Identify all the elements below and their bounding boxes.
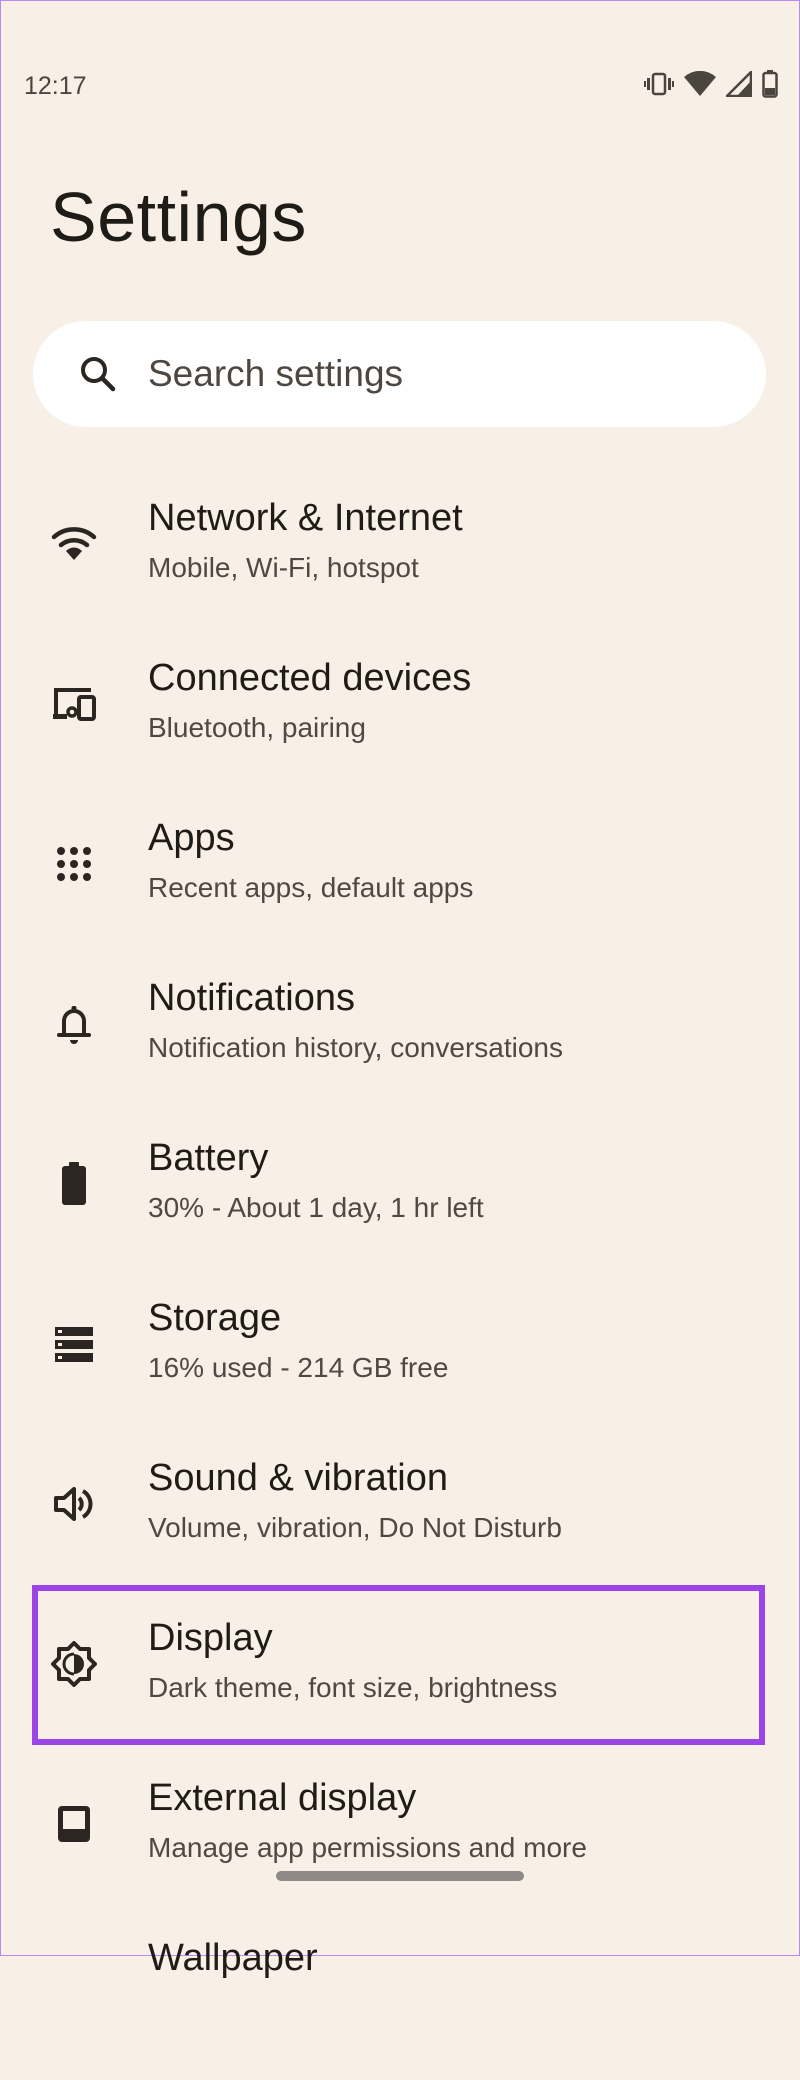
setting-item-apps[interactable]: Apps Recent apps, default apps (0, 800, 800, 960)
status-bar: 12:17 (0, 60, 800, 110)
setting-title: Connected devices (148, 657, 472, 699)
setting-subtitle: Recent apps, default apps (148, 872, 474, 903)
setting-title: Wallpaper (148, 1937, 318, 1979)
apps-grid-icon (48, 838, 100, 890)
battery-icon (762, 70, 778, 98)
setting-subtitle: 16% used - 214 GB free (148, 1352, 449, 1383)
volume-icon (48, 1478, 100, 1530)
battery-icon (48, 1158, 100, 1210)
setting-item-external-display[interactable]: External display Manage app permissions … (0, 1760, 800, 1920)
setting-title: Apps (148, 817, 235, 859)
setting-title: Sound & vibration (148, 1457, 448, 1499)
setting-title: External display (148, 1777, 417, 1819)
setting-item-battery[interactable]: Battery 30% - About 1 day, 1 hr left (0, 1120, 800, 1280)
setting-title: Network & Internet (148, 497, 463, 539)
search-placeholder[interactable]: Search settings (148, 353, 403, 395)
cell-signal-icon (726, 71, 752, 97)
setting-subtitle: Notification history, conversations (148, 1032, 563, 1063)
gesture-nav-handle[interactable] (276, 1871, 524, 1881)
setting-subtitle: Manage app permissions and more (148, 1832, 587, 1863)
setting-subtitle: Volume, vibration, Do Not Disturb (148, 1512, 562, 1543)
setting-title: Storage (148, 1297, 282, 1339)
connected-devices-icon (48, 678, 100, 730)
setting-item-display[interactable]: Display Dark theme, font size, brightnes… (0, 1600, 800, 1760)
search-bar[interactable]: Search settings (33, 321, 766, 427)
setting-item-connected-devices[interactable]: Connected devices Bluetooth, pairing (0, 640, 800, 800)
setting-item-sound-vibration[interactable]: Sound & vibration Volume, vibration, Do … (0, 1440, 800, 1600)
setting-item-network-internet[interactable]: Network & Internet Mobile, Wi-Fi, hotspo… (0, 480, 800, 640)
setting-subtitle: Mobile, Wi-Fi, hotspot (148, 552, 419, 583)
setting-subtitle: 30% - About 1 day, 1 hr left (148, 1192, 484, 1223)
external-display-icon (48, 1798, 100, 1850)
status-time: 12:17 (24, 72, 87, 100)
setting-item-wallpaper[interactable]: Wallpaper (0, 1920, 800, 2080)
setting-item-notifications[interactable]: Notifications Notification history, conv… (0, 960, 800, 1120)
storage-icon (48, 1318, 100, 1370)
wifi-icon (684, 71, 716, 97)
wifi-icon (48, 518, 100, 570)
setting-item-storage[interactable]: Storage 16% used - 214 GB free (0, 1280, 800, 1440)
setting-subtitle: Bluetooth, pairing (148, 712, 366, 743)
page-title: Settings (50, 178, 307, 256)
setting-title: Notifications (148, 977, 355, 1019)
search-icon[interactable] (77, 353, 119, 395)
setting-subtitle: Dark theme, font size, brightness (148, 1672, 558, 1703)
setting-title: Battery (148, 1137, 269, 1179)
brightness-icon (48, 1638, 100, 1690)
status-icons (644, 70, 778, 98)
bell-icon (48, 998, 100, 1050)
setting-title: Display (148, 1617, 273, 1659)
vibrate-icon (644, 71, 674, 97)
